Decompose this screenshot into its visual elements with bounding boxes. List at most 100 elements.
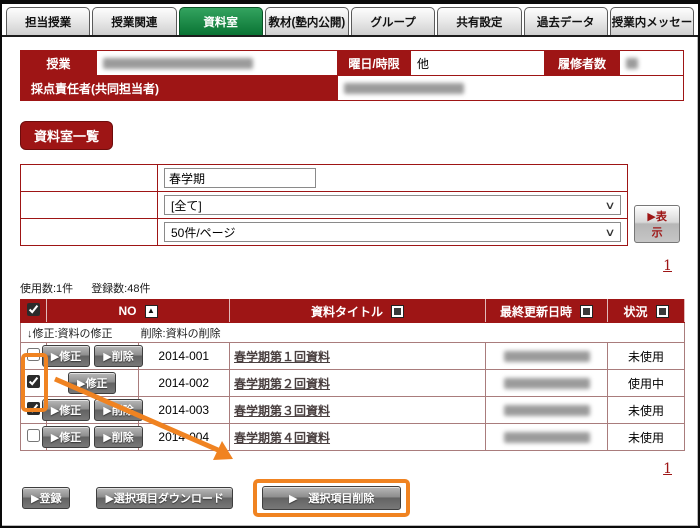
legend-row: ↓修正:資料の修正 削除:資料の削除 (20, 322, 685, 343)
filter-perpage-label: 表示件数 (20, 218, 158, 246)
show-button-wrap: ▶表示 (634, 205, 680, 246)
material-no: 2014-001 (137, 342, 230, 370)
tab-teaching-materials[interactable]: 教材(塾内公開) (264, 7, 349, 35)
material-no: 2014-004 (137, 423, 230, 451)
material-title-link[interactable]: 春学期第４回資料 (234, 431, 330, 445)
materials-list-button[interactable]: 資料室一覧 (20, 121, 114, 150)
sort-icon[interactable] (580, 304, 593, 318)
blurred-enrolled-count (626, 58, 638, 70)
tab-class-related[interactable]: 授業関連 (92, 7, 177, 35)
per-page-select[interactable]: 50件/ページ ∨ (164, 222, 622, 242)
tab-past-data[interactable]: 過去データ (523, 7, 608, 35)
row-checkbox[interactable] (27, 402, 40, 415)
tab-class-messages[interactable]: 授業内メッセージ (609, 7, 694, 35)
material-title-cell: 春学期第３回資料 (229, 396, 486, 424)
materials-table-body: ↓修正:資料の修正 削除:資料の削除 ▶修正 ▶削除 2014-001 春学期第１… (20, 322, 685, 451)
edit-button[interactable]: ▶修正 (41, 426, 91, 448)
row-checkbox[interactable] (27, 429, 40, 442)
legend-delete: 削除:資料の削除 (140, 327, 221, 340)
status-select-value: [全て] (171, 198, 202, 213)
material-title-cell: 春学期第２回資料 (229, 369, 486, 397)
status-header: 状況 (607, 299, 685, 323)
status-text: 未使用 (607, 423, 685, 451)
material-title-link[interactable]: 春学期第２回資料 (234, 377, 330, 391)
material-no: 2014-002 (137, 369, 230, 397)
tab-group[interactable]: グループ (351, 7, 436, 35)
select-all-checkbox[interactable] (27, 303, 40, 316)
legend-cell: ↓修正:資料の修正 削除:資料の削除 (20, 322, 685, 343)
material-title-input[interactable] (164, 168, 316, 188)
filter-title-label: 資料タイトル (20, 164, 158, 192)
class-label: 授業 (20, 50, 97, 76)
grader-label: 採点責任者(共同担当者) (20, 75, 338, 101)
updated-header-label: 最終更新日時 (499, 304, 572, 319)
title-header: 資料タイトル (229, 299, 486, 323)
materials-table: NO ▲ 資料タイトル 最終更新日時 状況 ↓修正:資料の修正 削除:資料の削除… (20, 299, 685, 451)
day-period-value: 他 (410, 50, 545, 76)
status-text: 未使用 (607, 342, 685, 370)
updated-cell (485, 396, 608, 424)
blurred-updated-date (503, 432, 590, 444)
show-button[interactable]: ▶表示 (634, 205, 680, 243)
materials-room-page: 担当授業授業関連資料室教材(塾内公開)グループ共有設定過去データ授業内メッセージ… (0, 0, 700, 528)
register-button[interactable]: ▶登録 (22, 487, 71, 509)
annotation-delete-frame: ▶ 選択項目削除 (252, 479, 411, 517)
download-selected-button[interactable]: ▶選択項目ダウンロード (96, 487, 233, 509)
legend-edit: ↓修正:資料の修正 (27, 327, 113, 340)
used-count: 使用数:1件 (20, 283, 74, 295)
edit-button[interactable]: ▶修正 (41, 345, 91, 367)
blurred-class-name (103, 58, 253, 70)
blurred-updated-date (503, 378, 590, 390)
tab-bar: 担当授業授業関連資料室教材(塾内公開)グループ共有設定過去データ授業内メッセージ (2, 4, 698, 37)
sort-icon[interactable] (655, 304, 669, 318)
registered-count: 登録数:48件 (91, 283, 151, 295)
delete-button[interactable]: ▶削除 (94, 345, 143, 367)
delete-button[interactable]: ▶削除 (94, 399, 143, 421)
pagination-bottom: 1 (2, 461, 672, 477)
delete-selected-button[interactable]: ▶ 選択項目削除 (261, 486, 402, 510)
page-link-1[interactable]: 1 (663, 258, 672, 274)
no-header: NO ▲ (46, 299, 230, 323)
tab-materials-room[interactable]: 資料室 (178, 7, 263, 35)
sort-ascending-icon[interactable]: ▲ (144, 304, 158, 318)
material-title-cell: 春学期第４回資料 (229, 423, 486, 451)
material-no: 2014-003 (137, 396, 230, 424)
table-row: ▶修正 2014-002 春学期第２回資料 使用中 (20, 369, 685, 397)
chevron-down-icon: ∨ (604, 226, 616, 239)
material-title-link[interactable]: 春学期第３回資料 (234, 404, 330, 418)
row-buttons-cell: ▶修正 ▶削除 (41, 342, 143, 370)
row-checkbox[interactable] (27, 375, 40, 388)
row-buttons-cell: ▶修正 ▶削除 (41, 423, 143, 451)
table-header-row: NO ▲ 資料タイトル 最終更新日時 状況 (20, 299, 685, 323)
tab-assigned-classes[interactable]: 担当授業 (6, 7, 91, 35)
filter-status-cell: [全て] ∨ (156, 191, 629, 219)
row-checkbox[interactable] (27, 348, 40, 361)
filter-title-cell (156, 164, 629, 192)
enrolled-label: 履修者数 (544, 50, 620, 76)
status-header-label: 状況 (623, 304, 648, 319)
sort-icon[interactable] (391, 304, 404, 318)
edit-button[interactable]: ▶修正 (41, 399, 91, 421)
select-all-header (20, 299, 47, 323)
tab-share-settings[interactable]: 共有設定 (437, 7, 522, 35)
blurred-grader-name (344, 83, 464, 95)
updated-cell (485, 369, 608, 397)
pagination-top: 1 (2, 258, 672, 274)
filter-area: 資料タイトル 状況 [全て] ∨ 表示件数 50件/ページ (20, 164, 680, 246)
row-check-cell (20, 369, 47, 397)
day-period-label: 曜日/時限 (337, 50, 411, 76)
status-text: 使用中 (607, 369, 685, 397)
filter-perpage-cell: 50件/ページ ∨ (156, 218, 629, 246)
edit-button[interactable]: ▶修正 (68, 372, 117, 394)
material-title-link[interactable]: 春学期第１回資料 (234, 350, 330, 364)
class-info-table: 授業 曜日/時限 他 履修者数 採点責任者(共同担当者) (20, 50, 684, 101)
status-select[interactable]: [全て] ∨ (164, 195, 622, 215)
class-value (96, 50, 338, 76)
filter-status-label: 状況 (20, 191, 158, 219)
filter-table: 資料タイトル 状況 [全て] ∨ 表示件数 50件/ページ (20, 164, 629, 246)
page-link-1[interactable]: 1 (663, 461, 672, 477)
per-page-select-value: 50件/ページ (171, 225, 236, 240)
delete-button[interactable]: ▶削除 (94, 426, 143, 448)
row-buttons-cell: ▶修正 (46, 369, 139, 397)
blurred-updated-date (503, 405, 590, 417)
